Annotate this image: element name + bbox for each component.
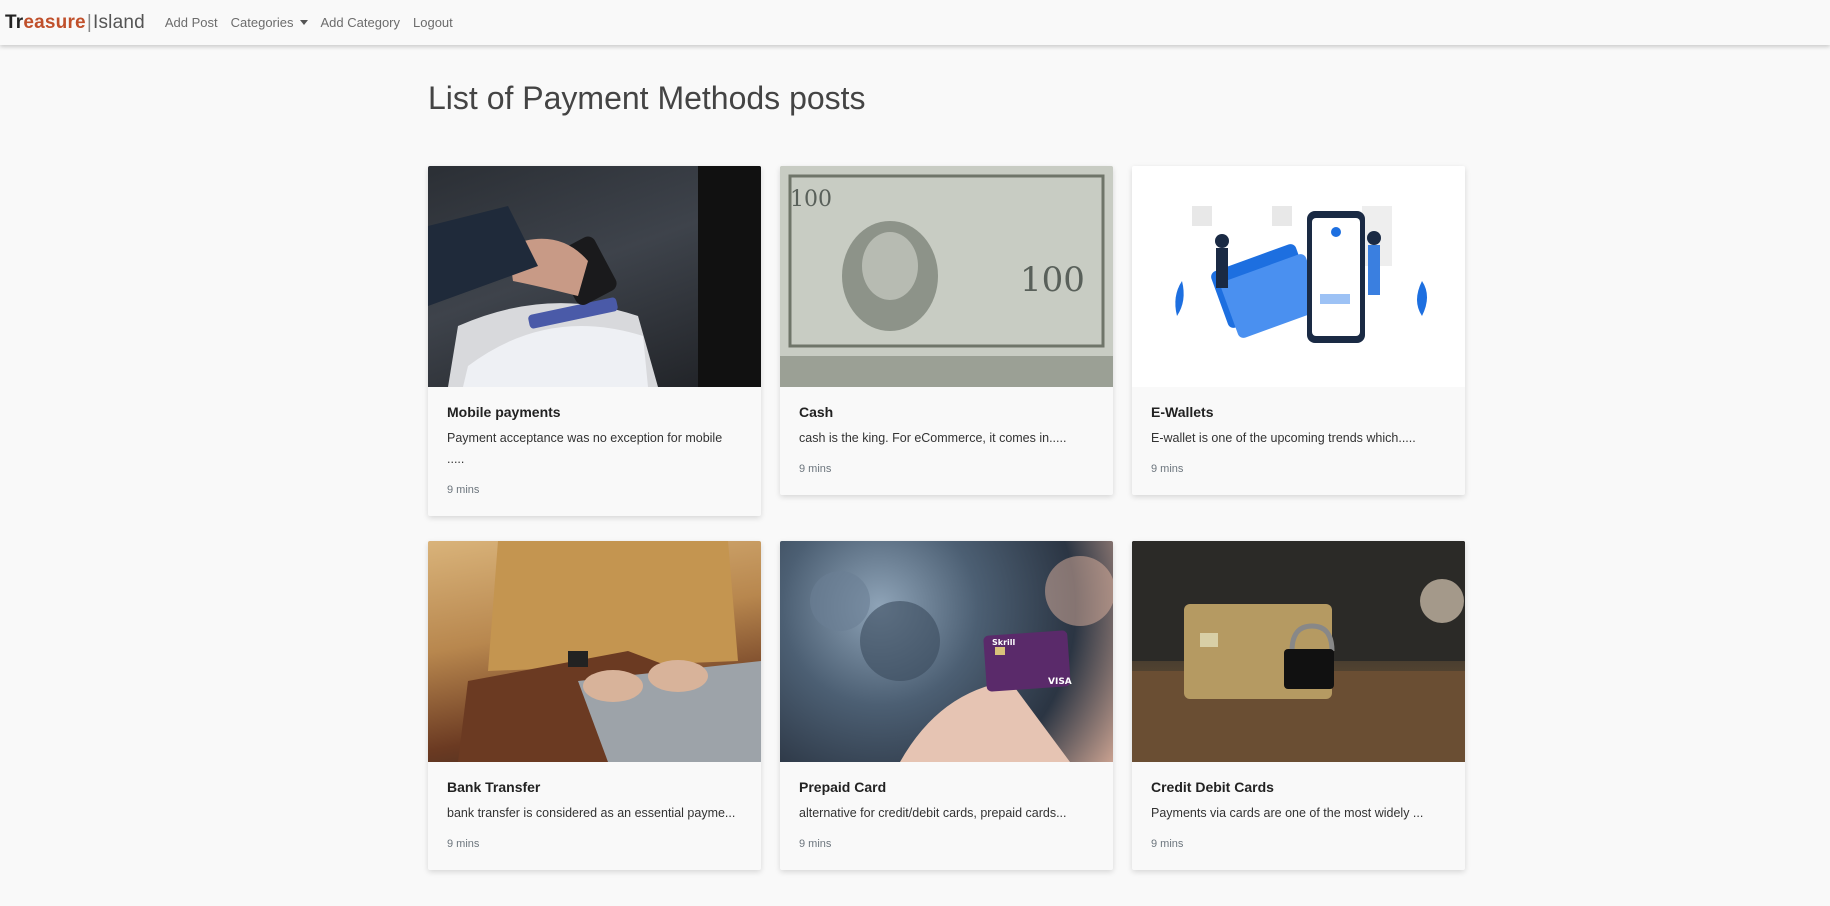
mobile-payment-terminal-illustration <box>428 166 761 387</box>
post-read-time: 9 mins <box>447 838 480 850</box>
post-excerpt: Payment acceptance was no exception for … <box>447 431 723 466</box>
brand-separator: | <box>86 11 92 33</box>
svg-text:VISA: VISA <box>1048 677 1072 687</box>
post-title[interactable]: E-Wallets <box>1151 404 1446 420</box>
post-body: Cash cash is the king. For eCommerce, it… <box>780 387 1113 495</box>
post-image[interactable] <box>428 166 761 387</box>
post-body: Mobile payments Payment acceptance was n… <box>428 387 761 516</box>
post-body: Bank Transfer bank transfer is considere… <box>428 762 761 870</box>
post-title[interactable]: Credit Debit Cards <box>1151 779 1446 795</box>
post-title[interactable]: Mobile payments <box>447 404 742 420</box>
post-card[interactable]: 100 100 Cash cash is the king. For eComm… <box>780 166 1113 495</box>
post-image[interactable] <box>1132 541 1465 762</box>
prepaid-card-illustration: VISA Skrill <box>810 556 1113 762</box>
svg-text:100: 100 <box>1020 260 1085 300</box>
post-image[interactable]: VISA Skrill <box>780 541 1113 762</box>
post-body: Credit Debit Cards Payments via cards ar… <box>1132 762 1465 870</box>
post-excerpt: Payments via cards are one of the most w… <box>1151 806 1424 820</box>
credit-card-lock-illustration <box>1132 541 1465 762</box>
brand-logo[interactable]: Treasure | Island <box>5 12 145 34</box>
nav-add-post[interactable]: Add Post <box>165 15 218 30</box>
laptop-typing-illustration <box>458 541 761 762</box>
svg-text:100: 100 <box>790 187 832 212</box>
nav-add-category[interactable]: Add Category <box>321 15 401 30</box>
post-read-time: 9 mins <box>1151 463 1184 475</box>
nav-logout-label: Logout <box>413 15 453 30</box>
nav-add-post-label: Add Post <box>164 15 218 30</box>
brand-part-4: Island <box>92 11 145 33</box>
post-excerpt: bank transfer is considered as an essent… <box>447 806 736 820</box>
ewallet-illustration <box>1175 206 1427 343</box>
post-read-time: 9 mins <box>1151 838 1184 850</box>
post-card[interactable]: Mobile payments Payment acceptance was n… <box>428 166 761 516</box>
post-title[interactable]: Bank Transfer <box>447 779 742 795</box>
nav-logout[interactable]: Logout <box>413 15 453 30</box>
post-read-time: 9 mins <box>799 463 832 475</box>
post-excerpt: alternative for credit/debit cards, prep… <box>799 806 1067 820</box>
nav-categories-label: Categories <box>230 15 294 30</box>
post-card[interactable]: Bank Transfer bank transfer is considere… <box>428 541 761 870</box>
post-image[interactable] <box>1132 166 1465 387</box>
nav-categories-dropdown[interactable]: Categories <box>231 15 308 30</box>
post-excerpt: cash is the king. For eCommerce, it come… <box>799 431 1067 445</box>
dollar-bills-illustration: 100 100 <box>780 166 1113 387</box>
post-card[interactable]: VISA Skrill Prepaid Card alternative for… <box>780 541 1113 870</box>
post-read-time: 9 mins <box>799 838 832 850</box>
post-excerpt: E-wallet is one of the upcoming trends w… <box>1151 431 1416 445</box>
navbar: Treasure | Island Add Post Categories Ad… <box>0 0 1830 45</box>
post-body: E-Wallets E-wallet is one of the upcomin… <box>1132 387 1465 495</box>
post-image[interactable]: 100 100 <box>780 166 1113 387</box>
nav-menu: Add Post Categories Add Category Logout <box>165 15 466 30</box>
svg-text:Skrill: Skrill <box>992 638 1016 647</box>
post-body: Prepaid Card alternative for credit/debi… <box>780 762 1113 870</box>
post-image[interactable] <box>428 541 761 762</box>
post-title[interactable]: Cash <box>799 404 1094 420</box>
brand-part-1: Tr <box>5 11 24 33</box>
post-title[interactable]: Prepaid Card <box>799 779 1094 795</box>
brand-part-2: easure <box>23 11 86 33</box>
post-read-time: 9 mins <box>447 484 480 496</box>
post-card[interactable]: Credit Debit Cards Payments via cards ar… <box>1132 541 1465 870</box>
caret-down-icon <box>299 20 308 25</box>
post-card[interactable]: E-Wallets E-wallet is one of the upcomin… <box>1132 166 1465 495</box>
nav-add-category-label: Add Category <box>320 15 401 30</box>
page-title: List of Payment Methods posts <box>428 80 866 116</box>
